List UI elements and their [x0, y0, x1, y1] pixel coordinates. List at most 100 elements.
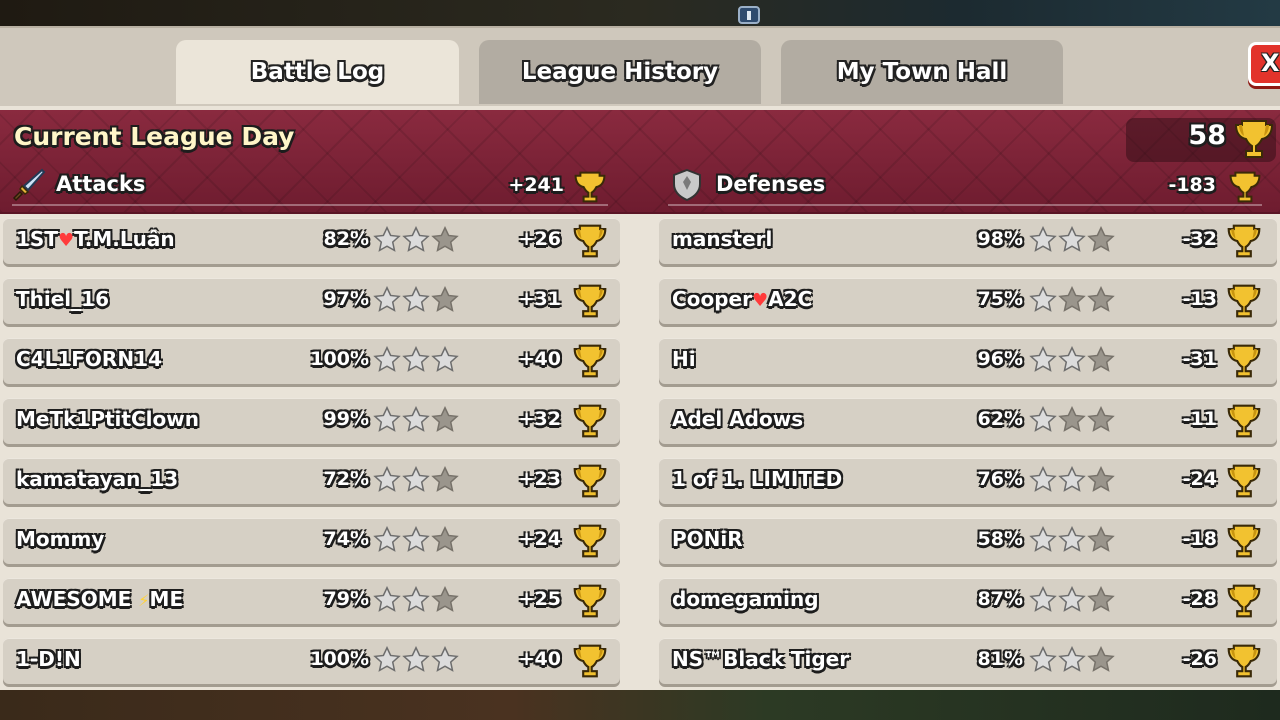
tab-league-history[interactable]: League History — [479, 40, 761, 104]
defense-row[interactable]: mansterl 98% -32 — [659, 218, 1277, 264]
star-rating — [373, 465, 459, 498]
star-icon — [1058, 645, 1086, 678]
star-icon — [402, 345, 430, 378]
defense-row[interactable]: NS™Black Tiger 81% -26 — [659, 638, 1277, 684]
star-icon — [1029, 585, 1057, 618]
defense-row[interactable]: PONiR 58% -18 — [659, 518, 1277, 564]
tab-my-town-hall[interactable]: My Town Hall — [781, 40, 1063, 104]
league-day-title: Current League Day — [14, 122, 295, 151]
defenses-total: -183 — [1168, 174, 1216, 196]
player-name: Hi — [672, 347, 696, 371]
trophy-change: -18 — [1182, 528, 1217, 550]
player-name: PONiR — [672, 527, 743, 551]
total-trophies-value: 58 — [1188, 120, 1226, 151]
star-rating — [1029, 225, 1115, 258]
trophy-icon — [1227, 343, 1261, 383]
star-icon — [373, 525, 401, 558]
trophy-change: +31 — [518, 288, 561, 310]
trophy-change: +40 — [518, 348, 561, 370]
shield-icon — [670, 168, 704, 206]
player-name: Thiel_16 — [16, 287, 109, 311]
star-rating — [1029, 405, 1115, 438]
destruction-percent: 82% — [323, 228, 369, 250]
attack-row[interactable]: kamatayan_13 72% +23 — [3, 458, 620, 504]
player-name: domegaming — [672, 587, 819, 611]
star-icon — [431, 585, 459, 618]
star-rating — [373, 405, 459, 438]
attack-row[interactable]: 1ST♥T.M.Luân 82% +26 — [3, 218, 620, 264]
star-icon — [402, 405, 430, 438]
star-icon — [1087, 345, 1115, 378]
destruction-percent: 79% — [323, 588, 369, 610]
attack-row[interactable]: Thiel_16 97% +31 — [3, 278, 620, 324]
star-rating — [1029, 285, 1115, 318]
trophy-change: -11 — [1182, 408, 1217, 430]
star-icon — [1029, 405, 1057, 438]
star-icon — [402, 225, 430, 258]
attack-row[interactable]: AWESOME ⚡ME 79% +25 — [3, 578, 620, 624]
destruction-percent: 100% — [310, 348, 369, 370]
trophy-icon — [1234, 118, 1274, 164]
destruction-percent: 99% — [323, 408, 369, 430]
star-icon — [1029, 525, 1057, 558]
star-rating — [1029, 645, 1115, 678]
star-icon — [1087, 465, 1115, 498]
star-icon — [1029, 465, 1057, 498]
close-button[interactable]: X — [1248, 42, 1280, 86]
star-icon — [1058, 525, 1086, 558]
defense-row[interactable]: Hi 96% -31 — [659, 338, 1277, 384]
star-icon — [1087, 285, 1115, 318]
trophy-change: +40 — [518, 648, 561, 670]
attack-row[interactable]: 1-D!N 100% +40 — [3, 638, 620, 684]
defenses-label: Defenses — [716, 172, 826, 196]
star-icon — [402, 285, 430, 318]
trophy-icon — [573, 343, 607, 383]
star-icon — [373, 345, 401, 378]
star-rating — [1029, 525, 1115, 558]
attack-row[interactable]: MeTk1PtitClown 99% +32 — [3, 398, 620, 444]
attack-row[interactable]: Mommy 74% +24 — [3, 518, 620, 564]
star-icon — [1029, 345, 1057, 378]
player-name: 1-D!N — [16, 647, 81, 671]
star-icon — [373, 405, 401, 438]
player-name: Adel Adows — [672, 407, 804, 431]
player-name: NS™Black Tiger — [672, 647, 850, 671]
star-icon — [373, 585, 401, 618]
trophy-change: -28 — [1182, 588, 1217, 610]
trophy-icon — [1227, 523, 1261, 563]
tab-battle-log[interactable]: Battle Log — [176, 40, 459, 104]
trophy-change: +24 — [518, 528, 561, 550]
player-name: kamatayan_13 — [16, 467, 179, 491]
star-rating — [373, 525, 459, 558]
star-rating — [373, 345, 459, 378]
player-name: AWESOME ⚡ME — [16, 587, 184, 611]
star-icon — [431, 225, 459, 258]
attack-row[interactable]: C4L1FORN14 100% +40 — [3, 338, 620, 384]
destruction-percent: 75% — [977, 288, 1023, 310]
defense-row[interactable]: 1 of 1. LIMITED 76% -24 — [659, 458, 1277, 504]
destruction-percent: 97% — [323, 288, 369, 310]
star-icon — [1058, 465, 1086, 498]
star-icon — [402, 645, 430, 678]
star-icon — [1029, 225, 1057, 258]
star-icon — [431, 465, 459, 498]
trophy-change: -31 — [1182, 348, 1217, 370]
destruction-percent: 72% — [323, 468, 369, 490]
attacks-total: +241 — [508, 174, 564, 196]
trophy-change: -32 — [1182, 228, 1217, 250]
defense-row[interactable]: domegaming 87% -28 — [659, 578, 1277, 624]
star-icon — [1087, 645, 1115, 678]
trophy-icon — [1227, 463, 1261, 503]
star-icon — [1058, 345, 1086, 378]
trophy-icon — [573, 463, 607, 503]
defense-row[interactable]: Cooper♥A2C 75% -13 — [659, 278, 1277, 324]
defense-row[interactable]: Adel Adows 62% -11 — [659, 398, 1277, 444]
star-icon — [1058, 225, 1086, 258]
star-icon — [1087, 225, 1115, 258]
trophy-icon — [573, 583, 607, 623]
player-name: Mommy — [16, 527, 105, 551]
destruction-percent: 81% — [977, 648, 1023, 670]
player-name: 1ST♥T.M.Luân — [16, 227, 175, 251]
player-name: MeTk1PtitClown — [16, 407, 199, 431]
star-icon — [373, 465, 401, 498]
